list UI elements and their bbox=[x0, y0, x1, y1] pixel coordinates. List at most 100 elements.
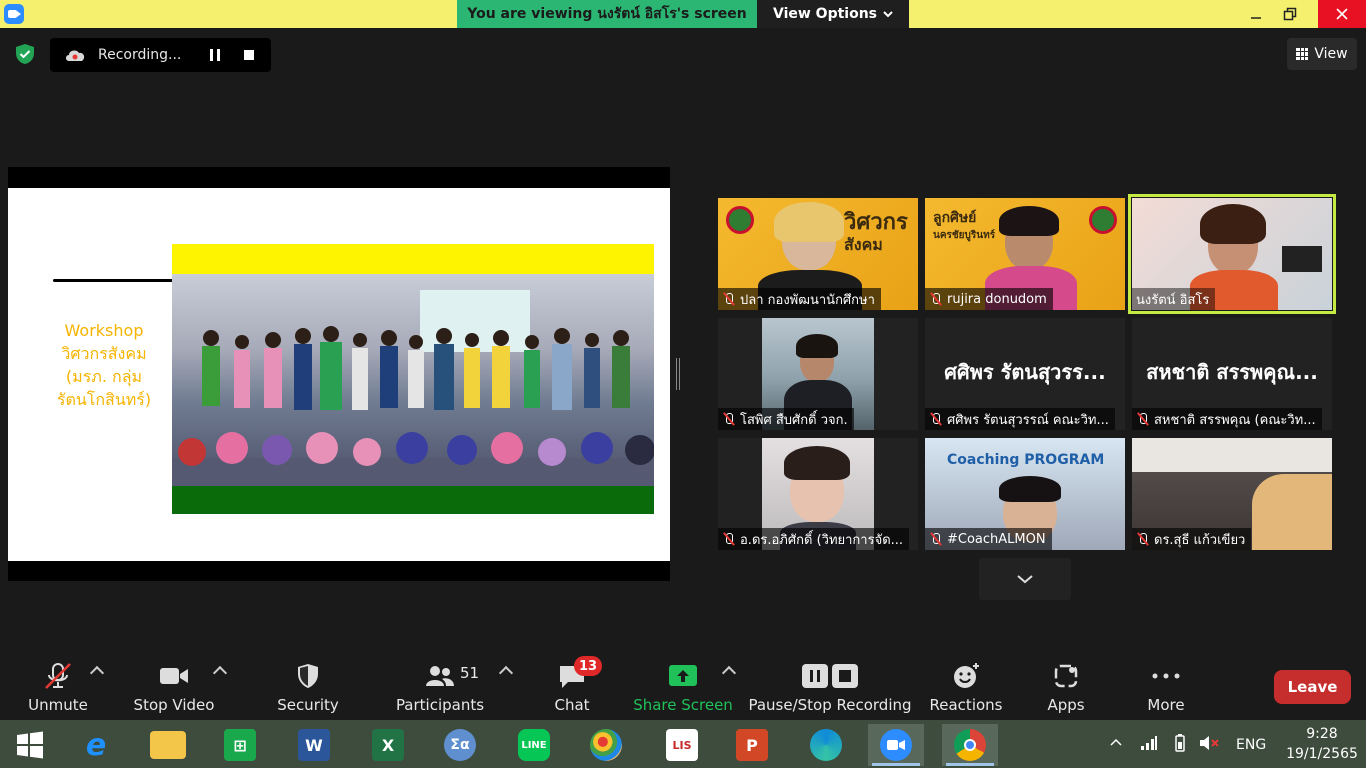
chat-unread-badge: 13 bbox=[574, 656, 602, 676]
video-gallery: วิศวกร สังคม ปลา กองพัฒนานักศึกษา ลูกศิษ… bbox=[718, 194, 1336, 550]
participants-label: Participants bbox=[395, 696, 485, 714]
view-options-button[interactable]: View Options bbox=[757, 0, 909, 28]
reactions-button[interactable]: Reactions bbox=[930, 656, 1002, 720]
minimize-icon bbox=[1251, 17, 1261, 19]
lisrel-icon: LIS bbox=[666, 729, 698, 761]
video-tile-participant-7[interactable]: อ.ดร.อภิศักดิ์ (วิทยาการจัด... bbox=[718, 438, 918, 550]
video-options-caret-icon[interactable] bbox=[212, 665, 228, 681]
participant-display-name: สหชาติ สรรพคุณ... bbox=[1146, 360, 1318, 384]
cloud-recording-icon bbox=[66, 50, 85, 61]
taskbar-internet-explorer[interactable]: e bbox=[68, 724, 124, 766]
video-tile-participant-8[interactable]: Coaching PROGRAM #CoachALMON bbox=[925, 438, 1125, 550]
seated-crowd-image bbox=[172, 432, 654, 488]
mic-muted-icon bbox=[1136, 532, 1150, 546]
more-button[interactable]: More bbox=[1136, 656, 1196, 720]
photo-frame bbox=[172, 244, 654, 514]
participants-options-caret-icon[interactable] bbox=[498, 665, 514, 681]
close-icon bbox=[1336, 8, 1348, 20]
participant-hair bbox=[784, 446, 850, 480]
taskbar-clock[interactable]: 9:28 19/1/2565 bbox=[1286, 724, 1358, 764]
taskbar-word[interactable]: W bbox=[286, 724, 342, 766]
view-layout-button[interactable]: View bbox=[1287, 38, 1357, 70]
participant-name-tag: #CoachALMON bbox=[925, 528, 1052, 550]
file-explorer-folder-icon bbox=[150, 731, 186, 759]
volume-muted-icon[interactable] bbox=[1198, 733, 1220, 753]
restore-button[interactable] bbox=[1270, 0, 1310, 28]
edge-browser-icon bbox=[810, 729, 842, 761]
taskbar-zoom[interactable] bbox=[868, 724, 924, 766]
battery-icon[interactable] bbox=[1170, 733, 1190, 753]
chat-label: Chat bbox=[554, 696, 590, 714]
taskbar-powerpoint[interactable]: P bbox=[724, 724, 780, 766]
share-screen-button[interactable]: Share Screen bbox=[633, 656, 733, 720]
gallery-next-page-button[interactable] bbox=[979, 558, 1071, 600]
video-tile-participant-2[interactable]: ลูกศิษย์ นครชัยบูรินทร์ rujira donudom bbox=[925, 198, 1125, 310]
mic-muted-icon bbox=[929, 292, 943, 306]
participants-count: 51 bbox=[460, 664, 480, 682]
participant-body bbox=[1252, 474, 1332, 550]
taskbar-lisrel[interactable]: LIS bbox=[654, 724, 710, 766]
pause-stop-recording-icon bbox=[802, 664, 858, 688]
windows-taskbar: e ⊞ W X Σα LINE LIS P bbox=[0, 720, 1366, 768]
unmute-button[interactable]: Unmute bbox=[22, 656, 94, 720]
chrome-browser-icon bbox=[954, 729, 986, 761]
mic-muted-icon bbox=[722, 292, 736, 306]
participant-name-tag: นงรัตน์ อิสโร bbox=[1132, 288, 1216, 310]
pause-recording-button[interactable] bbox=[198, 38, 232, 72]
taskbar-paint[interactable] bbox=[578, 724, 634, 766]
recording-label: Recording... bbox=[98, 47, 182, 63]
windows-start-icon bbox=[17, 731, 43, 759]
participant-hair bbox=[796, 334, 838, 358]
taskbar-microsoft-store[interactable]: ⊞ bbox=[212, 724, 268, 766]
mic-muted-icon bbox=[722, 532, 736, 546]
slide-decorative-line bbox=[53, 279, 179, 282]
restore-icon bbox=[1283, 7, 1297, 21]
taskbar-file-explorer[interactable] bbox=[140, 724, 196, 766]
mic-muted-icon bbox=[929, 412, 943, 426]
viewing-banner: You are viewing นงรัตน์ อิสโร's screen bbox=[457, 0, 757, 28]
university-logo-icon bbox=[1089, 206, 1117, 234]
taskbar-excel[interactable]: X bbox=[360, 724, 416, 766]
view-label: View bbox=[1314, 46, 1348, 62]
video-tile-participant-9[interactable]: ดร.สุธี แก้วเขียว bbox=[1132, 438, 1332, 550]
taskbar-line[interactable]: LINE bbox=[506, 724, 562, 766]
video-tile-participant-1[interactable]: วิศวกร สังคม ปลา กองพัฒนานักศึกษา bbox=[718, 198, 918, 310]
background-monitor bbox=[1282, 246, 1322, 272]
chevron-down-icon bbox=[883, 11, 893, 18]
tile-background-title: ลูกศิษย์ นครชัยบูรินทร์ bbox=[933, 210, 996, 241]
zoom-app-icon bbox=[880, 729, 912, 761]
taskbar-chrome[interactable] bbox=[942, 724, 998, 766]
pause-stop-recording-button[interactable]: Pause/Stop Recording bbox=[748, 656, 912, 720]
network-signal-icon[interactable] bbox=[1140, 735, 1158, 751]
video-tile-participant-3-active-speaker[interactable]: นงรัตน์ อิสโร bbox=[1128, 194, 1336, 314]
meeting-controls: Unmute Stop Video Security Participants … bbox=[0, 656, 1366, 720]
microphone-muted-icon bbox=[45, 663, 71, 689]
view-options-label: View Options bbox=[772, 6, 878, 22]
input-language-indicator[interactable]: ENG bbox=[1236, 737, 1266, 753]
apps-button[interactable]: Apps bbox=[1038, 656, 1094, 720]
leave-meeting-button[interactable]: Leave bbox=[1274, 670, 1351, 704]
taskbar-edge[interactable] bbox=[798, 724, 854, 766]
show-hidden-icons-chevron-icon[interactable] bbox=[1110, 738, 1122, 746]
video-tile-participant-5[interactable]: ศศิพร รัตนสุวรร... ศศิพร รัตนสุวรรณ์ คณะ… bbox=[925, 318, 1125, 430]
security-button[interactable]: Security bbox=[276, 656, 340, 720]
paint-palette-icon bbox=[590, 729, 622, 761]
video-tile-participant-6[interactable]: สหชาติ สรรพคุณ... สหชาติ สรรพคุณ (คณะวิท… bbox=[1132, 318, 1332, 430]
stop-recording-button[interactable] bbox=[232, 38, 266, 72]
split-view-resize-handle[interactable] bbox=[676, 358, 680, 390]
video-tile-participant-4[interactable]: โสพิศ สืบศักดิ์ วจก. bbox=[718, 318, 918, 430]
mic-muted-icon bbox=[722, 412, 736, 426]
close-button[interactable] bbox=[1318, 0, 1366, 28]
presentation-slide: Workshop วิศวกรสังคม (มรภ. กลุ่ม รัตนโกส… bbox=[8, 188, 670, 561]
encryption-shield-icon[interactable] bbox=[14, 43, 36, 65]
video-camera-icon bbox=[160, 668, 188, 684]
internet-explorer-icon: e bbox=[85, 727, 107, 763]
participant-name-tag: ดร.สุธี แก้วเขียว bbox=[1132, 528, 1252, 550]
taskbar-calculator[interactable]: Σα bbox=[432, 724, 488, 766]
share-screen-icon bbox=[669, 665, 697, 686]
stop-icon bbox=[244, 50, 254, 60]
start-button[interactable] bbox=[2, 724, 58, 766]
stop-video-button[interactable]: Stop Video bbox=[134, 656, 214, 720]
workshop-photo bbox=[172, 274, 654, 488]
more-label: More bbox=[1147, 696, 1185, 714]
